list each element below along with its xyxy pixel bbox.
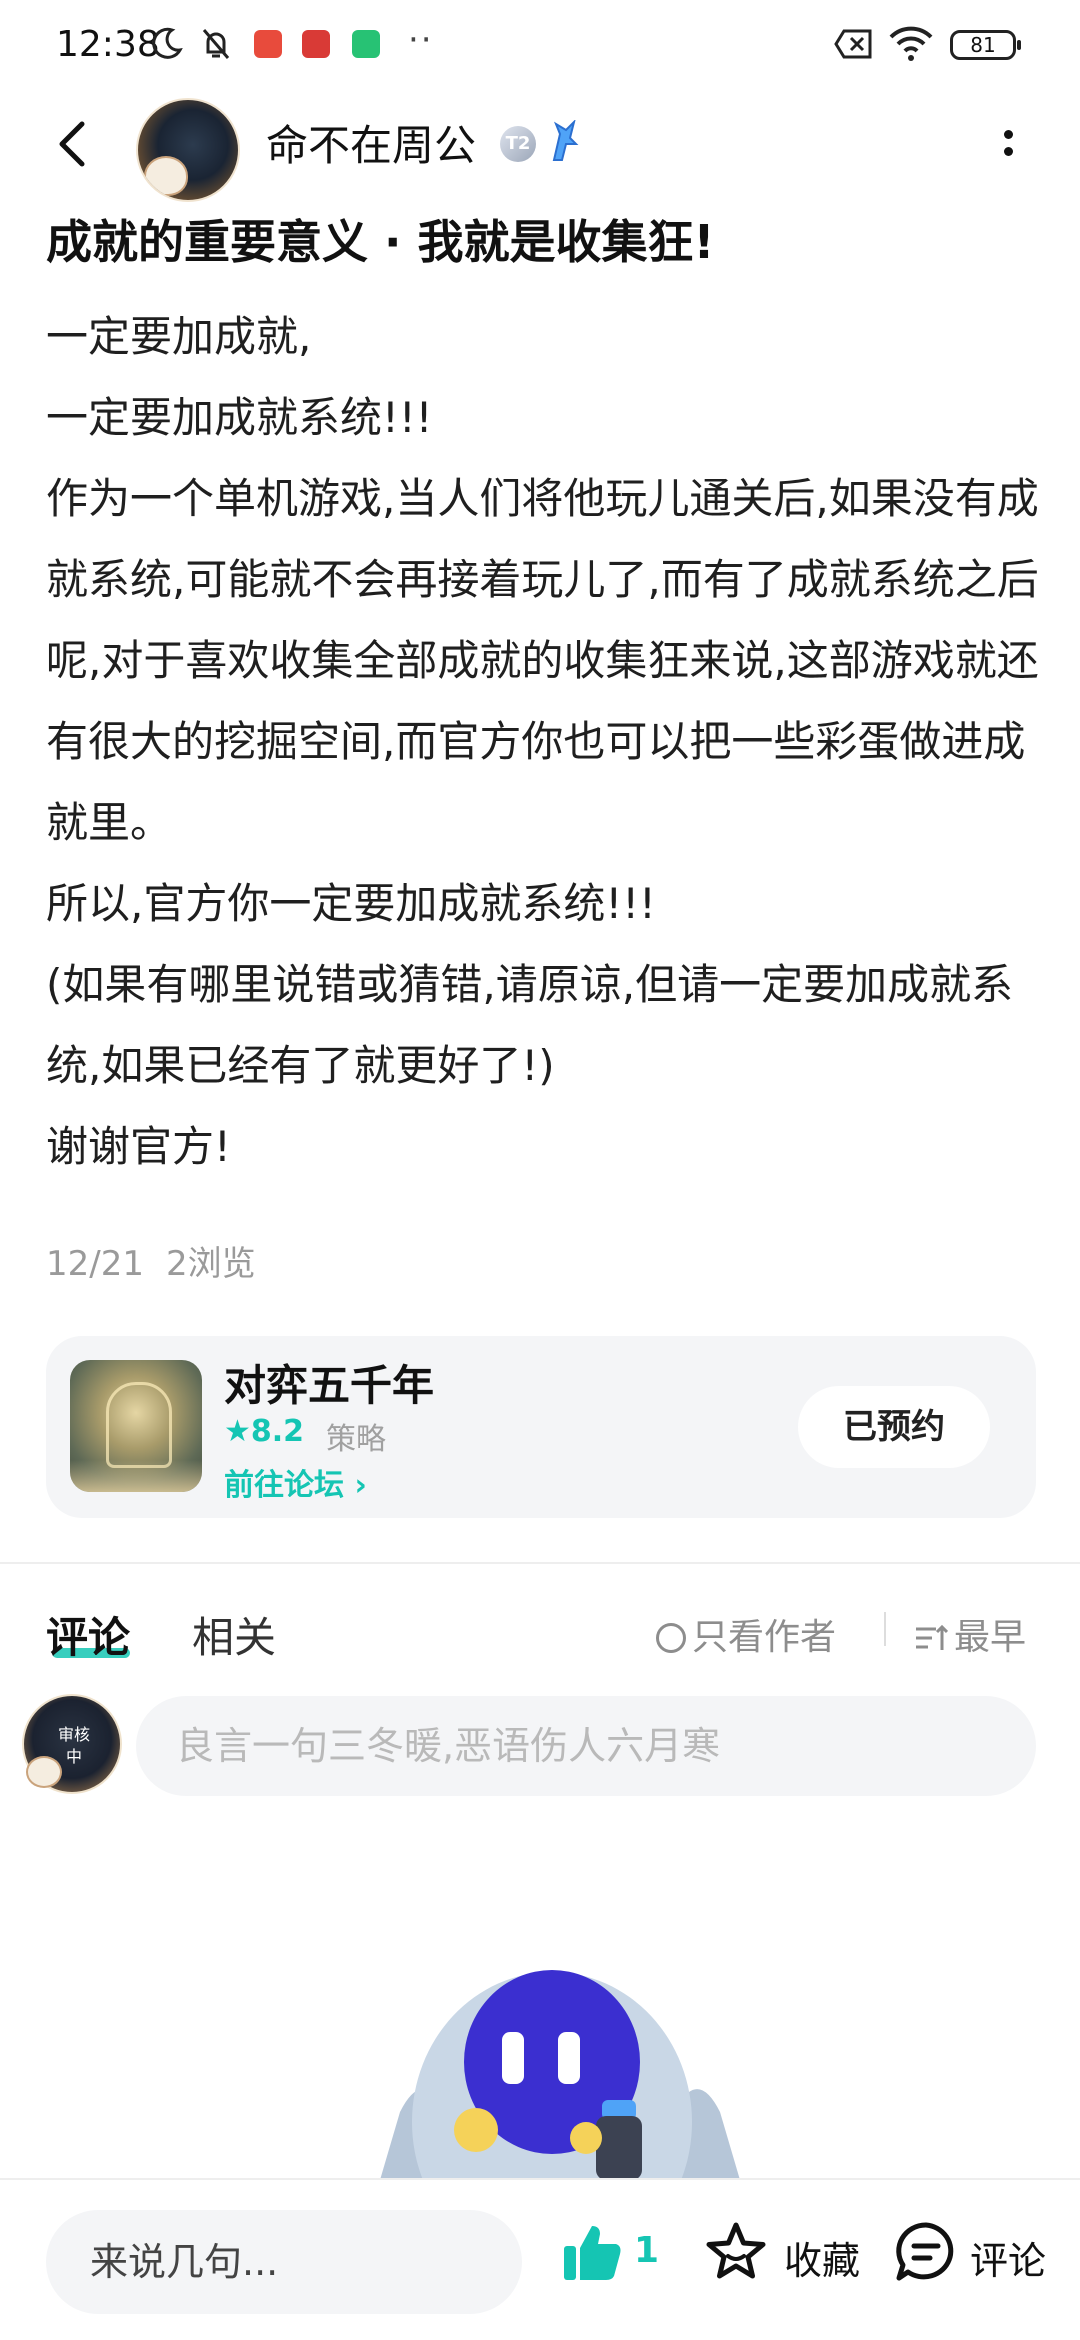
game-card[interactable]: 对弈五千年 ★8.2 策略 前往论坛 › 已预约 <box>46 1336 1036 1518</box>
app-notification-icon <box>302 30 330 58</box>
game-name: 对弈五千年 <box>224 1361 435 1410</box>
like-count: 1 <box>634 2230 660 2271</box>
wifi-icon <box>889 26 933 61</box>
comment-input[interactable] <box>136 1696 1036 1796</box>
bell-muted-icon <box>202 29 230 59</box>
post-body: 一定要加成就, 一定要加成就系统!!! 作为一个单机游戏,当人们将他玩儿通关后,… <box>46 296 1046 1187</box>
creator-badge-icon <box>552 120 579 161</box>
sort-icon <box>916 1624 948 1650</box>
comment-label: 评论 <box>970 2239 1047 2283</box>
sort-button[interactable]: 最早 <box>914 1608 1026 1660</box>
cat-decoration <box>26 1756 62 1788</box>
more-options-icon[interactable] <box>994 126 1022 166</box>
post-title: 成就的重要意义 · 我就是收集狂! <box>46 215 715 269</box>
goto-forum-link[interactable]: 前往论坛 › <box>224 1460 367 1504</box>
level-badge: T2 <box>500 126 536 162</box>
sort-label: 最早 <box>954 1617 1027 1658</box>
moon-icon <box>152 27 183 59</box>
bottom-action-bar: 来说几句... 1 收藏 评论 <box>0 2178 1080 2340</box>
star-icon <box>706 2222 766 2279</box>
radio-icon <box>656 1623 686 1653</box>
my-avatar[interactable]: 审核中 <box>22 1694 122 1794</box>
comment-icon <box>896 2222 954 2281</box>
post-meta: 12/21 2浏览 <box>46 1236 278 1285</box>
game-icon[interactable] <box>70 1360 202 1492</box>
divider <box>0 1562 1080 1564</box>
tab-comments[interactable]: 评论 <box>46 1604 130 1665</box>
sim-off-icon <box>834 29 872 59</box>
thumbs-up-icon <box>564 2226 621 2280</box>
comment-button[interactable]: 评论 <box>894 2220 1064 2300</box>
post-paragraph: (如果有哪里说错或猜错,请原谅,但请一定要加成就系统,如果已经有了就更好了!) <box>46 960 1014 1090</box>
reserved-button[interactable]: 已预约 <box>798 1386 990 1468</box>
post-paragraph: 作为一个单机游戏,当人们将他玩儿通关后,如果没有成就系统,可能就不会再接着玩儿了… <box>46 474 1039 847</box>
battery-icon: 81 <box>950 30 1021 60</box>
author-only-toggle[interactable]: 只看作者 <box>656 1608 836 1660</box>
game-genre: 策略 <box>326 1422 386 1457</box>
post-paragraph: 一定要加成就系统!!! <box>46 393 433 442</box>
favorite-label: 收藏 <box>784 2239 861 2283</box>
post-views: 2浏览 <box>165 1244 256 1284</box>
post-paragraph: 所以,官方你一定要加成就系统!!! <box>46 879 656 928</box>
post-paragraph: 谢谢官方! <box>46 1122 231 1171</box>
cat-decoration <box>144 156 188 196</box>
app-notification-icon <box>254 30 282 58</box>
divider <box>884 1612 886 1646</box>
favorite-button[interactable]: 收藏 <box>704 2220 864 2300</box>
game-rating: ★8.2 <box>224 1414 305 1449</box>
post-header: 命不在周公 T2 <box>0 92 1080 202</box>
wechat-icon <box>352 30 380 58</box>
avatar-review-status: 审核中 <box>57 1725 90 1766</box>
author-only-label: 只看作者 <box>692 1617 837 1658</box>
post-date: 12/21 <box>46 1244 144 1284</box>
status-time: 12:38 <box>56 24 160 65</box>
status-bar: 12:38 ·· 81 <box>0 0 1080 92</box>
author-avatar[interactable] <box>136 98 240 202</box>
author-name[interactable]: 命不在周公 <box>266 112 476 173</box>
post-paragraph: 一定要加成就, <box>46 312 312 361</box>
empty-state-mascot <box>380 1970 740 2180</box>
tab-related[interactable]: 相关 <box>192 1604 276 1665</box>
say-something-input[interactable]: 来说几句... <box>46 2210 522 2314</box>
more-notifications-icon: ·· <box>408 20 434 60</box>
back-icon[interactable] <box>50 118 94 170</box>
